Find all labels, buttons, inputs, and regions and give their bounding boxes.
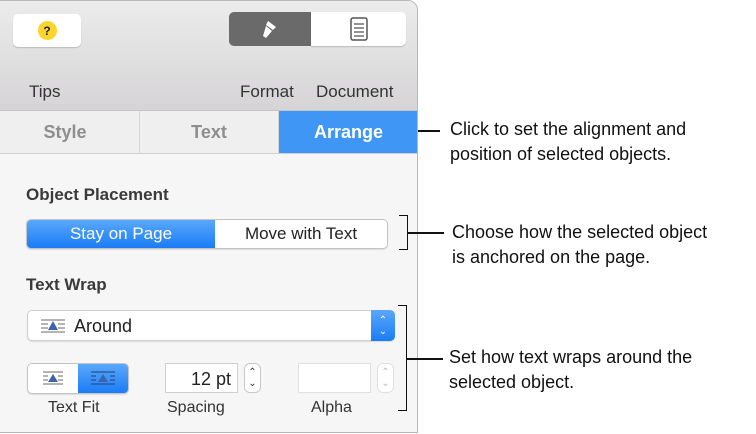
placement-control: Stay on Page Move with Text [26, 219, 388, 249]
move-with-text-option[interactable]: Move with Text [215, 220, 387, 248]
spacing-label: Spacing [167, 399, 225, 416]
tips-button[interactable]: ? [13, 14, 81, 47]
text-wrap-value: Around [74, 316, 133, 336]
document-button[interactable] [311, 12, 406, 46]
text-fit-control [27, 363, 129, 394]
callout-placement: Choose how the selected object is anchore… [452, 222, 708, 267]
text-wrap-heading: Text Wrap [26, 275, 107, 294]
object-placement-heading: Object Placement [26, 185, 169, 204]
fit-tight-icon [43, 371, 63, 385]
question-icon: ? [37, 21, 57, 40]
callout-arrange: Click to set the alignment and position o… [450, 119, 687, 164]
tab-arrange[interactable]: Arrange [279, 111, 417, 153]
alpha-stepper: ⌃ ⌄ [377, 363, 394, 393]
document-icon [349, 17, 368, 41]
tab-text[interactable]: Text [140, 111, 279, 153]
paintbrush-icon [263, 21, 276, 38]
callout-bracket [399, 215, 408, 250]
stay-on-page-option[interactable]: Stay on Page [27, 220, 215, 248]
spacing-field[interactable]: 12 pt [165, 363, 238, 393]
callout-bracket [398, 305, 407, 411]
spacing-stepper[interactable]: ⌃ ⌄ [244, 363, 261, 393]
fit-box-icon [91, 371, 115, 385]
inspector-tabs: Style Text Arrange [0, 111, 417, 154]
text-wrap-select[interactable]: Around ⌃ ⌄ [27, 310, 395, 341]
chevron-updown-icon: ⌃ ⌄ [371, 310, 395, 341]
alpha-label: Alpha [311, 399, 352, 416]
alpha-field [298, 363, 371, 393]
callout-line [408, 232, 444, 234]
callout-text-wrap: Set how text wraps around the selected ob… [449, 347, 693, 392]
callout-line [407, 358, 443, 360]
tips-label: Tips [29, 82, 61, 101]
wrap-around-icon [41, 319, 65, 333]
text-fit-label: Text Fit [48, 399, 100, 416]
toolbar: ? Tips Format Document [0, 1, 417, 111]
tab-style[interactable]: Style [0, 111, 140, 153]
text-fit-box-option[interactable] [78, 364, 128, 393]
text-fit-tight-option[interactable] [28, 364, 78, 393]
format-button[interactable] [229, 12, 311, 46]
format-inspector: ? Tips Format Document Style Text Arrang… [0, 0, 418, 433]
document-label: Document [316, 82, 394, 101]
callout-line [418, 130, 440, 132]
format-label: Format [240, 82, 294, 101]
